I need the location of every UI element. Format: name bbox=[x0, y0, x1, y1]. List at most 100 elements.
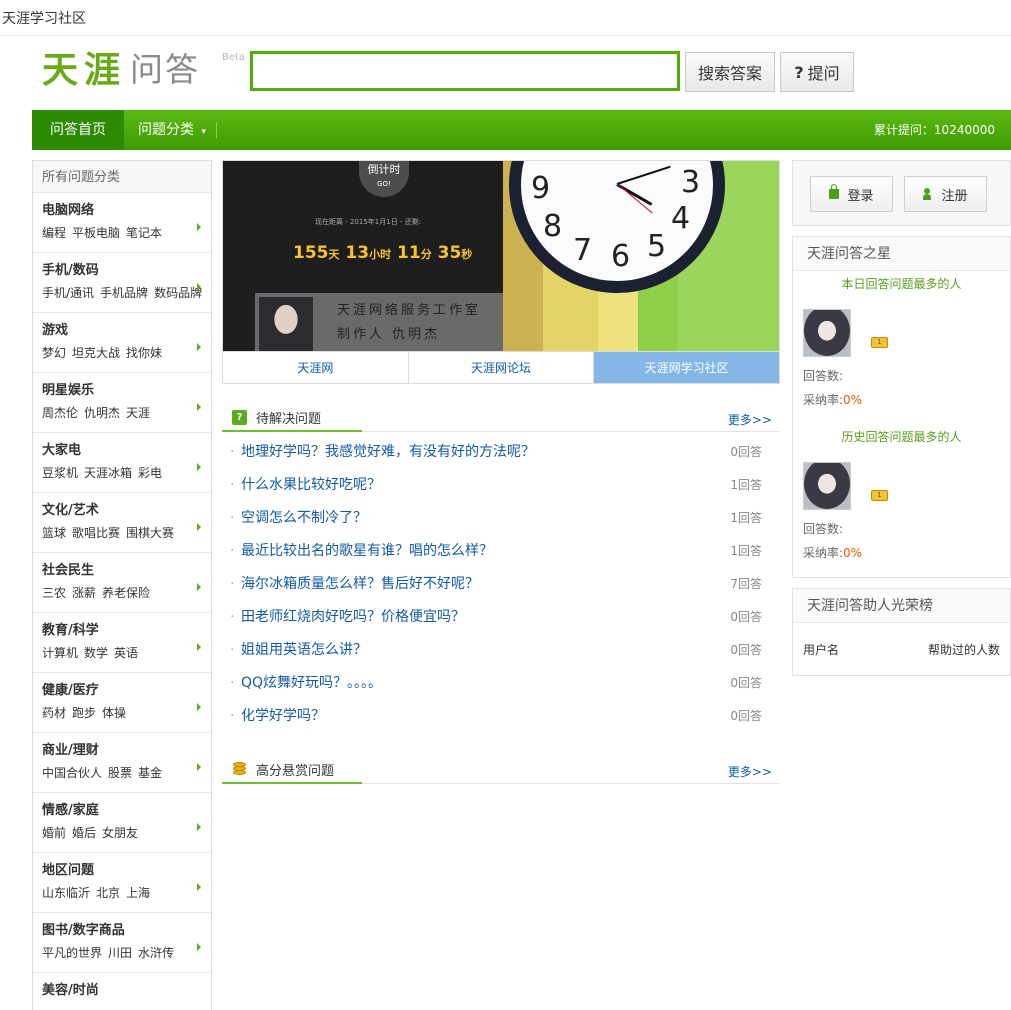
clock-numeral: 6 bbox=[611, 239, 631, 274]
subcategory-link[interactable]: 北京 bbox=[96, 886, 120, 900]
question-link[interactable]: 地理好学吗？我感觉好难，有没有好的方法呢？ bbox=[241, 444, 535, 460]
subcategory-link[interactable]: 水浒传 bbox=[138, 946, 174, 960]
subcategory-link[interactable]: 周杰伦 bbox=[42, 406, 78, 420]
question-link[interactable]: QQ炫舞好玩吗？。。。。 bbox=[241, 675, 382, 691]
subcategory-link[interactable]: 涨薪 bbox=[72, 586, 96, 600]
reward-questions-title: 高分悬赏问题 bbox=[256, 763, 335, 779]
honor-panel-title: 天涯问答助人光荣榜 bbox=[793, 589, 1010, 623]
category-item[interactable]: 手机/数码手机/通讯 手机品牌 数码品牌 bbox=[33, 253, 211, 313]
subcategory-link[interactable]: 三农 bbox=[42, 586, 66, 600]
category-name[interactable]: 明星娱乐 bbox=[42, 382, 211, 400]
subcategory-link[interactable]: 天涯冰箱 bbox=[84, 466, 132, 480]
nav-home[interactable]: 问答首页 bbox=[32, 110, 124, 150]
category-item[interactable]: 电脑网络编程 平板电脑 笔记本 bbox=[33, 193, 211, 253]
category-item[interactable]: 社会民生三农 涨薪 养老保险 bbox=[33, 553, 211, 613]
subcategory-link[interactable]: 体操 bbox=[102, 706, 126, 720]
subcategory-link[interactable]: 彩电 bbox=[138, 466, 162, 480]
subcategory-link[interactable]: 英语 bbox=[114, 646, 138, 660]
subcategory-link[interactable]: 编程 bbox=[42, 226, 66, 240]
banner-tab[interactable]: 天涯网 bbox=[223, 352, 409, 383]
subcategory-link[interactable]: 养老保险 bbox=[102, 586, 150, 600]
category-name[interactable]: 文化/艺术 bbox=[42, 502, 211, 520]
avatar[interactable] bbox=[803, 462, 851, 510]
subcategory-link[interactable]: 基金 bbox=[138, 766, 162, 780]
subcategory-link[interactable]: 山东临沂 bbox=[42, 886, 90, 900]
category-item[interactable]: 明星娱乐周杰伦 仇明杰 天涯 bbox=[33, 373, 211, 433]
category-name[interactable]: 社会民生 bbox=[42, 562, 211, 580]
subcategory-link[interactable]: 手机品牌 bbox=[100, 286, 148, 300]
question-link[interactable]: 姐姐用英语怎么讲？ bbox=[241, 642, 367, 658]
category-item[interactable]: 美容/时尚 bbox=[33, 973, 211, 1010]
subcategory-link[interactable]: 歌唱比赛 bbox=[72, 526, 120, 540]
banner-tab[interactable]: 天涯网学习社区 bbox=[594, 352, 780, 383]
category-name[interactable]: 商业/理财 bbox=[42, 742, 211, 760]
category-item[interactable]: 商业/理财中国合伙人 股票 基金 bbox=[33, 733, 211, 793]
subcategory-link[interactable]: 梦幻 bbox=[42, 346, 66, 360]
category-item[interactable]: 健康/医疗药材 跑步 体操 bbox=[33, 673, 211, 733]
subcategory-link[interactable]: 豆浆机 bbox=[42, 466, 78, 480]
search-answers-button[interactable]: 搜索答案 bbox=[685, 52, 775, 92]
question-link[interactable]: 最近比较出名的歌星有谁？唱的怎么样？ bbox=[241, 543, 493, 559]
question-link[interactable]: 空调怎么不制冷了？ bbox=[241, 510, 367, 526]
subcategory-link[interactable]: 坦克大战 bbox=[72, 346, 120, 360]
question-link[interactable]: 田老师红烧肉好吃吗？价格便宜吗？ bbox=[241, 609, 465, 625]
subcategory-link[interactable]: 仇明杰 bbox=[84, 406, 120, 420]
category-name[interactable]: 地区问题 bbox=[42, 862, 211, 880]
chevron-right-icon bbox=[197, 883, 201, 891]
subcategory-link[interactable]: 女朋友 bbox=[102, 826, 138, 840]
subcategory-link[interactable]: 手机/通讯 bbox=[42, 286, 94, 300]
category-name[interactable]: 电脑网络 bbox=[42, 202, 211, 220]
pending-more-link[interactable]: 更多>> bbox=[728, 411, 772, 428]
star-panel: 天涯问答之星 本日回答问题最多的人 1 回答数: 采纳率:0% 历史回答问题最多… bbox=[792, 236, 1011, 578]
question-link[interactable]: 海尔冰箱质量怎么样？售后好不好呢？ bbox=[241, 576, 479, 592]
subcategory-link[interactable]: 药材 bbox=[42, 706, 66, 720]
subcategory-link[interactable]: 数码品牌 bbox=[154, 286, 202, 300]
category-item[interactable]: 情感/家庭婚前 婚后 女朋友 bbox=[33, 793, 211, 853]
category-name[interactable]: 游戏 bbox=[42, 322, 211, 340]
subcategory-link[interactable]: 中国合伙人 bbox=[42, 766, 102, 780]
subcategory-link[interactable]: 平板电脑 bbox=[72, 226, 120, 240]
category-name[interactable]: 大家电 bbox=[42, 442, 211, 460]
subcategory-link[interactable]: 找你妹 bbox=[126, 346, 162, 360]
category-item[interactable]: 大家电豆浆机 天涯冰箱 彩电 bbox=[33, 433, 211, 493]
subcategory-link[interactable]: 平凡的世界 bbox=[42, 946, 102, 960]
category-name[interactable]: 图书/数字商品 bbox=[42, 922, 211, 940]
reward-more-link[interactable]: 更多>> bbox=[728, 763, 772, 780]
logo[interactable]: 天涯 问答 Beta bbox=[42, 50, 245, 90]
banner[interactable]: 倒计时 GO! 现在距离 - 2015年1月1日 - 还剩: 155天 13小时… bbox=[222, 160, 780, 352]
category-item[interactable]: 文化/艺术篮球 歌唱比赛 围棋大赛 bbox=[33, 493, 211, 553]
category-item[interactable]: 游戏梦幻 坦克大战 找你妹 bbox=[33, 313, 211, 373]
countdown-title: 倒计时 GO! bbox=[359, 161, 409, 197]
subcategory-link[interactable]: 天涯 bbox=[126, 406, 150, 420]
question-link[interactable]: 化学好学吗？ bbox=[241, 708, 325, 724]
subcategory-link[interactable]: 股票 bbox=[108, 766, 132, 780]
search-input[interactable] bbox=[253, 54, 677, 88]
subcategory-link[interactable]: 数学 bbox=[84, 646, 108, 660]
ask-question-button[interactable]: ? 提问 bbox=[780, 52, 854, 92]
subcategory-link[interactable]: 婚后 bbox=[72, 826, 96, 840]
banner-tabs: 天涯网 天涯网论坛 天涯网学习社区 bbox=[222, 352, 780, 384]
subcategory-link[interactable]: 上海 bbox=[126, 886, 150, 900]
category-item[interactable]: 地区问题山东临沂 北京 上海 bbox=[33, 853, 211, 913]
category-item[interactable]: 图书/数字商品平凡的世界 川田 水浒传 bbox=[33, 913, 211, 973]
category-name[interactable]: 美容/时尚 bbox=[42, 982, 211, 1000]
login-button[interactable]: 登录 bbox=[810, 176, 893, 212]
total-questions-label: 累计提问： bbox=[873, 123, 934, 137]
subcategory-link[interactable]: 川田 bbox=[108, 946, 132, 960]
subcategory-link[interactable]: 婚前 bbox=[42, 826, 66, 840]
question-link[interactable]: 什么水果比较好吃呢？ bbox=[241, 477, 381, 493]
subcategory-link[interactable]: 篮球 bbox=[42, 526, 66, 540]
category-name[interactable]: 教育/科学 bbox=[42, 622, 211, 640]
subcategory-link[interactable]: 跑步 bbox=[72, 706, 96, 720]
subcategory-link[interactable]: 笔记本 bbox=[126, 226, 162, 240]
nav-categories[interactable]: 问题分类 ▾ bbox=[130, 110, 214, 150]
banner-tab[interactable]: 天涯网论坛 bbox=[409, 352, 595, 383]
category-name[interactable]: 情感/家庭 bbox=[42, 802, 211, 820]
subcategory-link[interactable]: 围棋大赛 bbox=[126, 526, 174, 540]
category-name[interactable]: 手机/数码 bbox=[42, 262, 211, 280]
subcategory-link[interactable]: 计算机 bbox=[42, 646, 78, 660]
register-button[interactable]: 注册 bbox=[904, 176, 987, 212]
category-name[interactable]: 健康/医疗 bbox=[42, 682, 211, 700]
avatar[interactable] bbox=[803, 309, 851, 357]
category-item[interactable]: 教育/科学计算机 数学 英语 bbox=[33, 613, 211, 673]
